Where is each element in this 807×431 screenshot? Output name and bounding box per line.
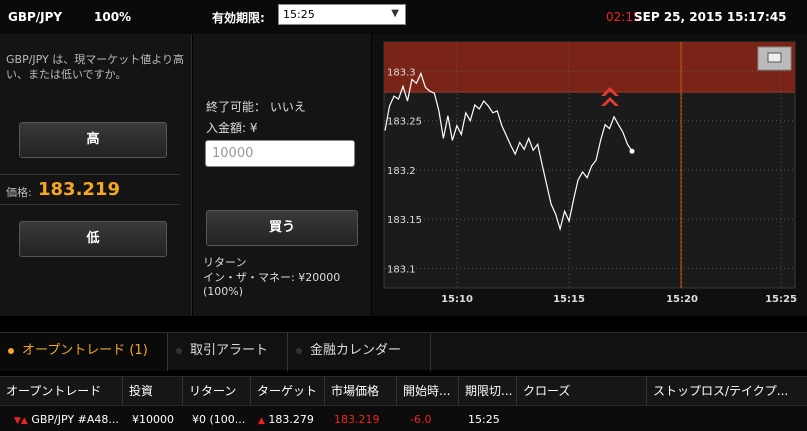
early-close-text: 終了可能： いいえ bbox=[206, 100, 306, 114]
table-row[interactable]: ▼▲ GBP/JPY #A48... ¥10000 ¥0 (100... ▲ 1… bbox=[0, 406, 807, 431]
order-panel: 終了可能： いいえ 入金額: ¥ 10000 買う リターン イン・ザ・マネー:… bbox=[193, 34, 371, 316]
y-tick-label: 183.1 bbox=[387, 264, 416, 275]
y-tick-label: 183.25 bbox=[387, 117, 422, 128]
tab-label: 取引アラート bbox=[190, 343, 269, 358]
col-investment[interactable]: 投資 bbox=[122, 377, 153, 407]
question-text: GBP/JPY は、現マーケット値より高い、または低いですか。 bbox=[6, 53, 185, 81]
expiry-select-value: 15:25 bbox=[283, 8, 315, 21]
deposit-label: 入金額: ¥ bbox=[206, 121, 258, 135]
target-zone bbox=[384, 42, 795, 93]
investment-cell: ¥10000 bbox=[132, 413, 174, 426]
col-market-price[interactable]: 市場価格 bbox=[324, 377, 379, 407]
market-price-cell: 183.219 bbox=[334, 413, 380, 426]
price-chart[interactable]: 183.3 183.25 183.2 183.15 183.1 15:10 15:15 15:… bbox=[372, 34, 807, 316]
asset-symbol: GBP/JPY bbox=[8, 10, 63, 24]
col-open-trade[interactable]: オープントレード bbox=[0, 377, 101, 407]
price-row: 価格: 183.219 bbox=[0, 174, 180, 205]
tab-dot-icon bbox=[8, 347, 14, 354]
server-datetime: SEP 25, 2015 15:17:45 bbox=[634, 10, 787, 24]
x-tick-label: 15:20 bbox=[666, 294, 698, 305]
current-price: 183.219 bbox=[38, 179, 120, 200]
tab-label: 金融カレンダー bbox=[310, 343, 402, 358]
amount-input[interactable]: 10000 bbox=[205, 140, 355, 167]
col-stoploss[interactable]: ストップロス/テイクプ... bbox=[646, 377, 788, 407]
tab-trade-alerts[interactable]: 取引アラート bbox=[168, 333, 288, 371]
target-value: 183.279 bbox=[268, 413, 314, 426]
window-icon bbox=[767, 52, 782, 63]
tab-dot-icon bbox=[176, 347, 182, 354]
trade-cell: ▼▲ GBP/JPY #A48... bbox=[8, 406, 119, 431]
return-cell: ¥0 (100... bbox=[192, 413, 246, 426]
x-tick-label: 15:15 bbox=[553, 294, 585, 305]
trades-table-header: オープントレード 投資 リターン ターゲット 市場価格 開始時... 期限切..… bbox=[0, 376, 807, 407]
chevron-down-icon: ▼ bbox=[391, 8, 399, 19]
bottom-tabs: オープントレード (1) 取引アラート 金融カレンダー bbox=[0, 332, 807, 371]
expiry-label: 有効期限: bbox=[212, 11, 265, 25]
tab-open-trades[interactable]: オープントレード (1) bbox=[0, 333, 168, 371]
buy-button[interactable]: 買う bbox=[206, 210, 358, 246]
col-return[interactable]: リターン bbox=[182, 377, 236, 407]
col-start-time[interactable]: 開始時... bbox=[396, 377, 450, 407]
top-bar: GBP/JPY 100% 有効期限: 15:25 ▼ 02:15 SEP 25,… bbox=[0, 0, 807, 34]
payout-percent: 100% bbox=[94, 10, 132, 24]
chart-svg: 183.3 183.25 183.2 183.15 183.1 15:10 15:15 15:… bbox=[383, 41, 797, 305]
target-cell: ▲ 183.279 bbox=[252, 406, 314, 431]
change-cell: -6.0 bbox=[410, 413, 432, 426]
expiry-cell: 15:25 bbox=[468, 413, 500, 426]
x-tick-label: 15:10 bbox=[441, 294, 473, 305]
price-label: 価格: bbox=[6, 186, 32, 199]
expiry-select[interactable]: 15:25 ▼ bbox=[278, 4, 406, 25]
col-target[interactable]: ターゲット bbox=[250, 377, 317, 407]
return-label: リターン bbox=[203, 256, 247, 269]
tab-dot-icon bbox=[296, 347, 302, 354]
x-tick-label: 15:25 bbox=[765, 294, 797, 305]
high-button[interactable]: 高 bbox=[19, 122, 167, 158]
tab-label: オープントレード (1) bbox=[22, 343, 148, 358]
direction-panel: GBP/JPY は、現マーケット値より高い、または低いですか。 高 価格: 18… bbox=[0, 34, 192, 316]
trade-name: GBP/JPY #A48... bbox=[31, 413, 119, 426]
y-tick-label: 183.15 bbox=[387, 215, 422, 226]
up-arrow-icon: ▲ bbox=[258, 416, 265, 426]
return-value: イン・ザ・マネー: ¥20000 (100%) bbox=[203, 271, 341, 298]
expand-icon[interactable]: ▼▲ bbox=[14, 416, 28, 426]
col-close[interactable]: クローズ bbox=[516, 377, 570, 407]
col-expiry[interactable]: 期限切... bbox=[458, 377, 512, 407]
low-button[interactable]: 低 bbox=[19, 221, 167, 257]
current-price-dot bbox=[629, 148, 635, 154]
y-tick-label: 183.3 bbox=[387, 68, 416, 79]
tab-economic-calendar[interactable]: 金融カレンダー bbox=[288, 333, 431, 371]
y-tick-label: 183.2 bbox=[387, 166, 416, 177]
